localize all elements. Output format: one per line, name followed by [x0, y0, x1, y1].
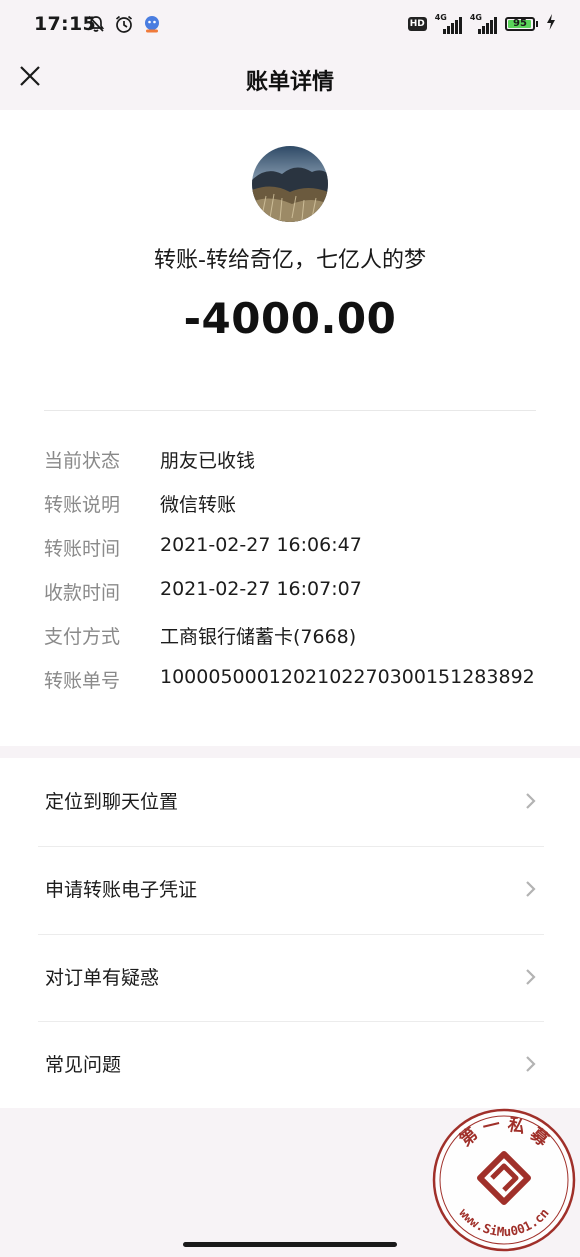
detail-value: 2021-02-27 16:07:07: [160, 578, 362, 600]
detail-row-transfer-time: 转账时间 2021-02-27 16:06:47: [44, 534, 544, 578]
transaction-details: 当前状态 朋友已收钱 转账说明 微信转账 转账时间 2021-02-27 16:…: [44, 446, 544, 710]
menu-item-label: 定位到聊天位置: [45, 791, 179, 813]
detail-value: 工商银行储蓄卡(7668): [160, 626, 357, 648]
chevron-right-icon: [524, 1055, 538, 1073]
avatar[interactable]: [252, 146, 328, 222]
detail-row-order-number: 转账单号 1000050001202102270300151283892: [44, 666, 544, 710]
detail-value: 朋友已收钱: [160, 450, 256, 472]
action-menu: 定位到聊天位置 申请转账电子凭证 对订单有疑惑 常见问题: [0, 758, 580, 1108]
transaction-card: 转账-转给奇亿，七亿人的梦 -4000.00 当前状态 朋友已收钱 转账说明 微…: [0, 110, 580, 746]
menu-item-order-question[interactable]: 对订单有疑惑: [0, 934, 580, 1021]
payee-name: 转账-转给奇亿，七亿人的梦: [154, 248, 426, 273]
detail-label: 收款时间: [44, 582, 121, 604]
menu-item-faq[interactable]: 常见问题: [0, 1021, 580, 1108]
detail-row-status: 当前状态 朋友已收钱: [44, 446, 544, 490]
detail-label: 转账单号: [44, 670, 121, 692]
menu-item-locate-chat[interactable]: 定位到聊天位置: [0, 758, 580, 845]
detail-label: 转账说明: [44, 494, 121, 516]
detail-row-payment-method: 支付方式 工商银行储蓄卡(7668): [44, 622, 544, 666]
hd-badge: HD: [407, 17, 427, 31]
detail-value[interactable]: 1000050001202102270300151283892: [160, 666, 535, 688]
detail-label: 当前状态: [44, 450, 121, 472]
chevron-right-icon: [524, 880, 538, 898]
detail-value: 微信转账: [160, 494, 237, 516]
menu-item-label: 申请转账电子凭证: [45, 879, 198, 901]
signal-group-1: 4G: [435, 14, 462, 34]
transaction-amount: -4000.00: [183, 294, 397, 343]
battery-level: 95: [513, 18, 527, 29]
signal-group-2: 4G: [470, 14, 497, 34]
chevron-right-icon: [524, 968, 538, 986]
alarm-icon: [114, 14, 134, 38]
home-indicator[interactable]: [183, 1242, 397, 1247]
detail-value: 2021-02-27 16:06:47: [160, 534, 362, 556]
watermark-seal: 第 一 私 募 www.SiMu001.cn: [432, 1108, 576, 1252]
menu-item-label: 对订单有疑惑: [45, 967, 160, 989]
detail-label: 支付方式: [44, 626, 121, 648]
charging-icon: [546, 14, 556, 34]
detail-label: 转账时间: [44, 538, 121, 560]
battery-icon: 95: [505, 17, 538, 31]
detail-row-receive-time: 收款时间 2021-02-27 16:07:07: [44, 578, 544, 622]
app-notification-icon: [142, 14, 162, 38]
chevron-right-icon: [524, 792, 538, 810]
detail-row-description: 转账说明 微信转账: [44, 490, 544, 534]
signal-icon: [442, 17, 462, 34]
status-bar: 17:15 HD 4G 4G 95: [0, 0, 580, 50]
signal-icon: [478, 17, 497, 34]
divider: [44, 410, 536, 411]
status-left-icons: [86, 14, 162, 38]
bell-off-icon: [86, 14, 106, 38]
menu-item-label: 常见问题: [45, 1054, 122, 1076]
nav-bar: 账单详情: [0, 50, 580, 110]
menu-item-request-receipt[interactable]: 申请转账电子凭证: [0, 846, 580, 933]
page-title: 账单详情: [245, 70, 334, 95]
status-right-icons: HD 4G 4G 95: [407, 14, 556, 34]
